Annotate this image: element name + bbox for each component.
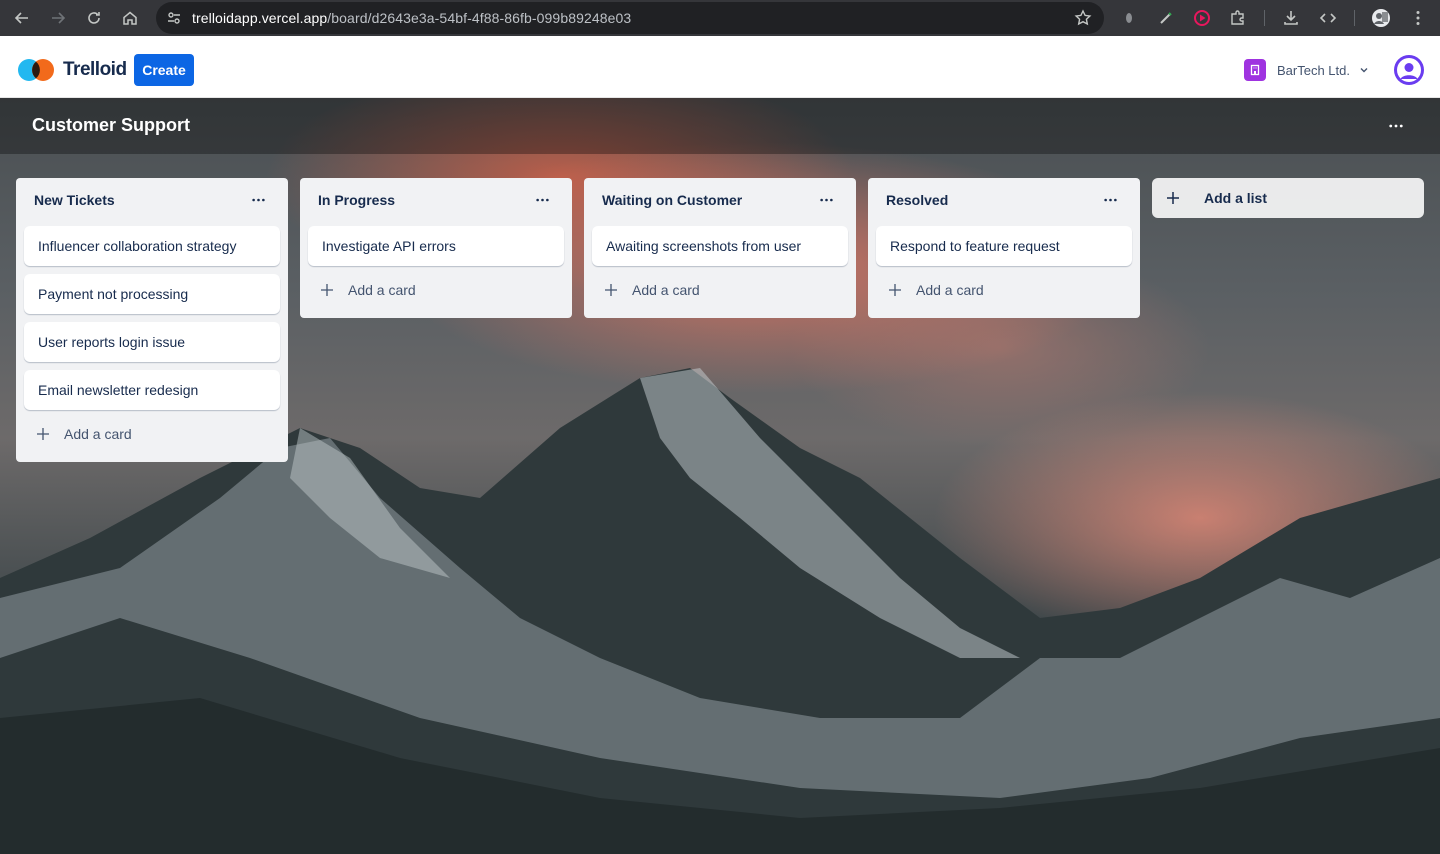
- card[interactable]: Respond to feature request: [876, 226, 1132, 266]
- plus-icon: [321, 284, 333, 296]
- profile-avatar-icon[interactable]: [1366, 0, 1396, 36]
- list-title[interactable]: In Progress: [318, 192, 395, 208]
- add-card-label: Add a card: [632, 282, 700, 298]
- list-menu-button[interactable]: [1098, 188, 1122, 212]
- back-button[interactable]: [4, 0, 40, 36]
- board-header: Customer Support: [0, 98, 1440, 154]
- list-menu-button[interactable]: [246, 188, 270, 212]
- list-title[interactable]: Waiting on Customer: [602, 192, 742, 208]
- home-button[interactable]: [112, 0, 148, 36]
- logo-text[interactable]: Trelloid: [63, 59, 127, 81]
- browser-menu-icon[interactable]: [1403, 0, 1433, 36]
- card[interactable]: User reports login issue: [24, 322, 280, 362]
- user-icon: [1397, 58, 1421, 82]
- list-header: New Tickets: [24, 178, 280, 222]
- site-info-icon[interactable]: [156, 2, 192, 34]
- list-resolved: Resolved Respond to feature request Add …: [868, 178, 1140, 318]
- add-list-label: Add a list: [1204, 190, 1268, 206]
- reload-button[interactable]: [76, 0, 112, 36]
- address-bar[interactable]: trelloidapp.vercel.app/board/d2643e3a-54…: [156, 2, 1104, 34]
- bookmark-star-icon[interactable]: [1074, 9, 1092, 27]
- org-building-icon: [1244, 59, 1266, 81]
- extension-pen-icon[interactable]: [1151, 0, 1181, 36]
- trelloid-logo-icon[interactable]: [17, 58, 57, 82]
- browser-toolbar: trelloidapp.vercel.app/board/d2643e3a-54…: [0, 0, 1440, 36]
- card[interactable]: Investigate API errors: [308, 226, 564, 266]
- add-card-button[interactable]: Add a card: [24, 414, 280, 454]
- add-card-button[interactable]: Add a card: [876, 270, 1132, 310]
- more-horizontal-icon: [1389, 124, 1403, 128]
- list-header: Waiting on Customer: [592, 178, 848, 222]
- app-header: Trelloid Create BarTech Ltd.: [0, 42, 1440, 98]
- extension-record-icon[interactable]: [1187, 0, 1217, 36]
- add-card-button[interactable]: Add a card: [592, 270, 848, 310]
- url-host: trelloidapp.vercel.app: [192, 10, 328, 26]
- home-icon: [123, 11, 137, 25]
- chevron-down-icon: [1360, 68, 1368, 73]
- toolbar-separator: [1264, 10, 1265, 26]
- plus-icon: [889, 284, 901, 296]
- more-horizontal-icon: [251, 198, 265, 202]
- url-text: trelloidapp.vercel.app/board/d2643e3a-54…: [192, 10, 631, 26]
- add-card-label: Add a card: [348, 282, 416, 298]
- plus-icon: [37, 428, 49, 440]
- board-menu-button[interactable]: [1384, 114, 1408, 138]
- card[interactable]: Influencer collaboration strategy: [24, 226, 280, 266]
- list-menu-button[interactable]: [530, 188, 554, 212]
- more-horizontal-icon: [819, 198, 833, 202]
- card[interactable]: Payment not processing: [24, 274, 280, 314]
- url-path: /board/d2643e3a-54bf-4f88-86fb-099b89248…: [327, 10, 632, 26]
- card[interactable]: Awaiting screenshots from user: [592, 226, 848, 266]
- more-horizontal-icon: [535, 198, 549, 202]
- list-title[interactable]: New Tickets: [34, 192, 115, 208]
- extension-dot-icon[interactable]: [1114, 0, 1144, 36]
- list-new-tickets: New Tickets Influencer collaboration str…: [16, 178, 288, 462]
- forward-button[interactable]: [40, 0, 76, 36]
- list-header: Resolved: [876, 178, 1132, 222]
- reload-icon: [88, 12, 100, 24]
- org-name: BarTech Ltd.: [1277, 62, 1350, 78]
- user-avatar[interactable]: [1394, 55, 1424, 85]
- list-in-progress: In Progress Investigate API errors Add a…: [300, 178, 572, 318]
- arrow-left-icon: [14, 12, 28, 24]
- toolbar-separator: [1354, 10, 1355, 26]
- board-title[interactable]: Customer Support: [32, 115, 190, 136]
- create-button[interactable]: Create: [134, 54, 194, 86]
- plus-icon: [605, 284, 617, 296]
- more-horizontal-icon: [1103, 198, 1117, 202]
- list-waiting-on-customer: Waiting on Customer Awaiting screenshots…: [584, 178, 856, 318]
- list-title[interactable]: Resolved: [886, 192, 948, 208]
- download-icon[interactable]: [1276, 0, 1306, 36]
- list-menu-button[interactable]: [814, 188, 838, 212]
- add-card-label: Add a card: [916, 282, 984, 298]
- list-header: In Progress: [308, 178, 564, 222]
- arrow-right-icon: [52, 12, 66, 24]
- devtools-code-icon[interactable]: [1313, 0, 1343, 36]
- board-canvas: Customer Support New Tickets Influencer …: [0, 98, 1440, 854]
- add-list-button[interactable]: Add a list: [1152, 178, 1424, 218]
- add-card-button[interactable]: Add a card: [308, 270, 564, 310]
- extensions-puzzle-icon[interactable]: [1223, 0, 1253, 36]
- card[interactable]: Email newsletter redesign: [24, 370, 280, 410]
- add-card-label: Add a card: [64, 426, 132, 442]
- plus-icon: [1167, 192, 1179, 204]
- org-switcher[interactable]: BarTech Ltd.: [1244, 59, 1370, 81]
